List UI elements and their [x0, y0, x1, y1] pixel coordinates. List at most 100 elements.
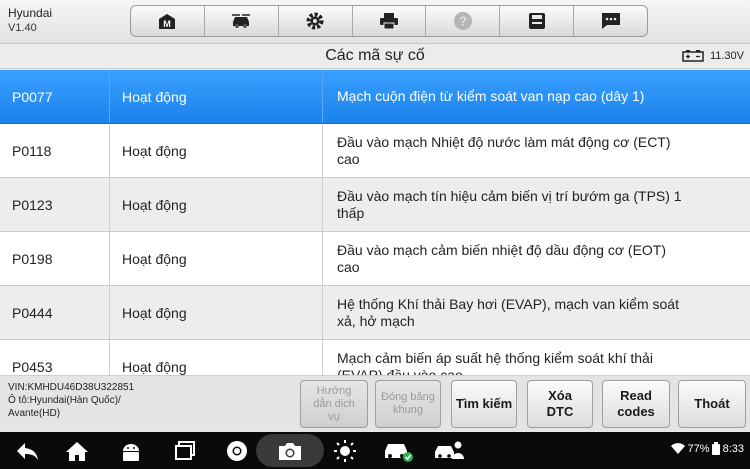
read-codes-label-1: Read [620, 388, 652, 403]
screenshot-button[interactable] [256, 434, 324, 467]
service-guide-label-2: dẫn dịch [313, 397, 355, 410]
dtc-description-line2: cao [337, 258, 360, 275]
dtc-description-line1: Đầu vào mạch Nhiệt độ nước làm mát động … [337, 133, 671, 150]
dtc-description-line1: Mạch cuộn điện từ kiểm soát van nạp cao … [337, 88, 645, 104]
vehicle-swap-button[interactable] [205, 6, 279, 36]
settings-gear-icon [306, 12, 324, 30]
freeze-frame-button[interactable]: Đóng băng khung [375, 380, 441, 428]
dtc-description: Đầu vào mạch cảm biến nhiệt độ dầu động … [323, 232, 750, 285]
dtc-code: P0118 [0, 124, 110, 177]
help-button[interactable]: ? [426, 6, 501, 36]
dtc-status: Hoạt động [110, 124, 323, 177]
dtc-description-line2: xả, hở mạch [337, 312, 415, 329]
car-battery-icon [682, 50, 704, 62]
freeze-frame-label-2: khung [393, 404, 423, 416]
dtc-description: Đầu vào mạch Nhiệt độ nước làm mát động … [323, 124, 750, 177]
back-button[interactable] [12, 438, 42, 464]
dtc-description-line2: thấp [337, 204, 365, 221]
car-person-icon [435, 441, 464, 459]
dtc-status: Hoạt động [110, 232, 323, 285]
dtc-description-line2: (EVAP) đầu vào cao [337, 366, 463, 376]
message-icon [601, 13, 620, 29]
app-window: Hyundai V1.40 M ? Các mã sự cố 11.30V P0… [0, 0, 750, 469]
dtc-description: Mạch cảm biến áp suất hệ thống kiểm soát… [323, 340, 750, 376]
read-codes-label-2: codes [617, 404, 655, 419]
clear-dtc-label-2: DTC [546, 404, 574, 419]
table-row[interactable]: P0118 Hoạt động Đầu vào mạch Nhiệt độ nư… [0, 124, 750, 178]
dtc-status: Hoạt động [110, 286, 323, 339]
dtc-code: P0444 [0, 286, 110, 339]
svg-text:?: ? [459, 14, 467, 29]
camera-icon [279, 442, 301, 460]
dtc-description-line2: cao [337, 150, 360, 167]
table-row[interactable]: P0198 Hoạt động Đầu vào mạch cảm biến nh… [0, 232, 750, 286]
home-button[interactable]: M [131, 6, 205, 36]
freeze-frame-label-1: Đóng băng [381, 391, 435, 403]
dtc-status: Hoạt động [110, 70, 323, 123]
settings-button[interactable] [279, 6, 353, 36]
svg-text:M: M [164, 19, 172, 29]
browser-button[interactable] [222, 438, 252, 464]
top-bar: Hyundai V1.40 M ? [0, 0, 750, 44]
dtc-description-line1: Hệ thống Khí thải Bay hơi (EVAP), mạch v… [337, 295, 679, 312]
dtc-description-line1: Đầu vào mạch tín hiệu cảm biến vị trí bư… [337, 187, 682, 204]
message-button[interactable] [574, 6, 647, 36]
wifi-icon [670, 442, 685, 454]
dtc-code: P0198 [0, 232, 110, 285]
exit-button[interactable]: Thoát [678, 380, 746, 428]
dtc-description-line1: Mạch cảm biến áp suất hệ thống kiểm soát… [337, 349, 653, 366]
table-row[interactable]: P0123 Hoạt động Đầu vào mạch tín hiệu cả… [0, 178, 750, 232]
clear-dtc-button[interactable]: Xóa DTC [527, 380, 593, 428]
clear-dtc-label-1: Xóa [548, 388, 572, 403]
page-title: Các mã sự cố [325, 47, 425, 64]
vehicle-user-button[interactable] [432, 438, 466, 464]
dtc-code: P0077 [0, 70, 110, 123]
table-row[interactable]: P0444 Hoạt động Hệ thống Khí thải Bay hơ… [0, 286, 750, 340]
search-button[interactable]: Tìm kiếm [451, 380, 517, 428]
search-label: Tìm kiếm [455, 396, 513, 411]
vehicle-make: Ô tô:Hyundai(Hàn Quốc)/ [8, 395, 121, 406]
brand-name: Hyundai [8, 6, 53, 20]
service-guide-label-3: vụ [328, 410, 340, 423]
voltage-value: 11.30V [709, 49, 744, 62]
dtc-code: P0123 [0, 178, 110, 231]
dtc-description: Mạch cuộn điện từ kiểm soát van nạp cao … [323, 70, 750, 123]
chrome-icon [227, 441, 247, 461]
dtc-table[interactable]: P0077 Hoạt động Mạch cuộn điện từ kiểm s… [0, 70, 750, 375]
back-arrow-icon [17, 443, 38, 460]
print-icon [380, 13, 398, 30]
car-connected-icon [385, 444, 413, 462]
read-codes-button[interactable]: Read codes [602, 380, 670, 428]
android-button[interactable] [116, 438, 146, 464]
print-button[interactable] [353, 6, 427, 36]
vehicle-model: Avante(HD) [8, 408, 61, 419]
vin-text: VIN:KMHDU46D38U322851 [8, 382, 135, 393]
brightness-button[interactable] [330, 438, 360, 464]
recent-apps-icon [175, 441, 195, 460]
brightness-icon [334, 440, 356, 462]
bottom-bar: VIN:KMHDU46D38U322851 Ô tô:Hyundai(Hàn Q… [0, 375, 750, 431]
home-icon: M [159, 14, 176, 29]
dtc-status: Hoạt động [110, 178, 323, 231]
home-nav-button[interactable] [62, 438, 92, 464]
main-toolbar: M ? [130, 5, 648, 37]
service-guide-label-1: Hướng [316, 384, 352, 397]
vehicle-swap-icon [232, 14, 251, 28]
brand-block: Hyundai V1.40 [8, 6, 52, 36]
voltage-indicator: 11.30V [682, 49, 744, 62]
table-row[interactable]: P0077 Hoạt động Mạch cuộn điện từ kiểm s… [0, 70, 750, 124]
battery-icon [711, 442, 720, 455]
battery-percent: 77% [687, 442, 710, 455]
dtc-description: Hệ thống Khí thải Bay hơi (EVAP), mạch v… [323, 286, 750, 339]
service-guide-button[interactable]: Hướng dẫn dịch vụ [300, 380, 368, 428]
status-area: 77% 8:33 [670, 442, 744, 455]
title-row: Các mã sự cố 11.30V [0, 44, 750, 69]
table-row[interactable]: P0453 Hoạt động Mạch cảm biến áp suất hệ… [0, 340, 750, 375]
vehicle-info: VIN:KMHDU46D38U322851 Ô tô:Hyundai(Hàn Q… [8, 381, 134, 420]
recent-apps-button[interactable] [170, 438, 200, 464]
dtc-description: Đầu vào mạch tín hiệu cảm biến vị trí bư… [323, 178, 750, 231]
app-version: V1.40 [8, 22, 37, 34]
save-button[interactable] [500, 6, 575, 36]
help-icon: ? [453, 12, 472, 30]
vehicle-connection-button[interactable] [380, 438, 416, 464]
